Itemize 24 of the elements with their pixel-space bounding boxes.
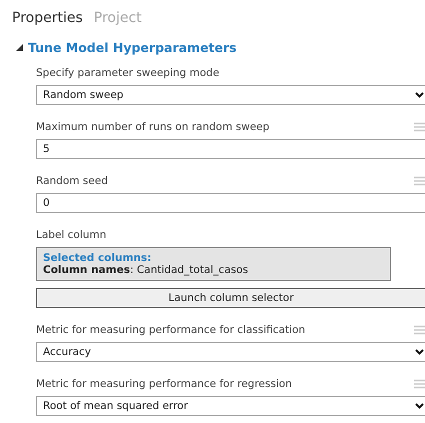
- chevron-icon: [415, 349, 424, 355]
- field-label: Metric for measuring performance for classification: [36, 324, 306, 336]
- collapse-triangle-icon[interactable]: [16, 44, 23, 51]
- handle-icon[interactable]: [414, 379, 425, 389]
- field-label: Label column: [36, 229, 106, 241]
- field-label: Metric for measuring performance for regression: [36, 378, 292, 390]
- dropdown[interactable]: Root of mean squared error: [36, 396, 425, 416]
- chevron-icon: [415, 403, 424, 409]
- input-field[interactable]: 5: [36, 139, 425, 159]
- tab[interactable]: Properties: [12, 7, 83, 29]
- field-label: Maximum number of runs on random sweep: [36, 121, 270, 133]
- section-title: Tune Model Hyperparameters: [28, 40, 237, 55]
- chevron-icon: [415, 92, 424, 98]
- field-label: Specify parameter sweeping mode: [36, 67, 220, 79]
- field-label: Random seed: [36, 175, 108, 187]
- dropdown[interactable]: Random sweep: [36, 85, 425, 105]
- handle-icon[interactable]: [414, 325, 425, 335]
- selected-columns-title: Selected columns:: [43, 252, 152, 264]
- handle-icon[interactable]: [414, 176, 425, 186]
- column-names-text: Column names: Cantidad_total_casos: [43, 264, 250, 276]
- input-field[interactable]: 0: [36, 193, 425, 213]
- launch-column-selector-button[interactable]: Launch column selector: [36, 288, 425, 308]
- dropdown[interactable]: Accuracy: [36, 342, 425, 362]
- handle-icon[interactable]: [414, 122, 425, 132]
